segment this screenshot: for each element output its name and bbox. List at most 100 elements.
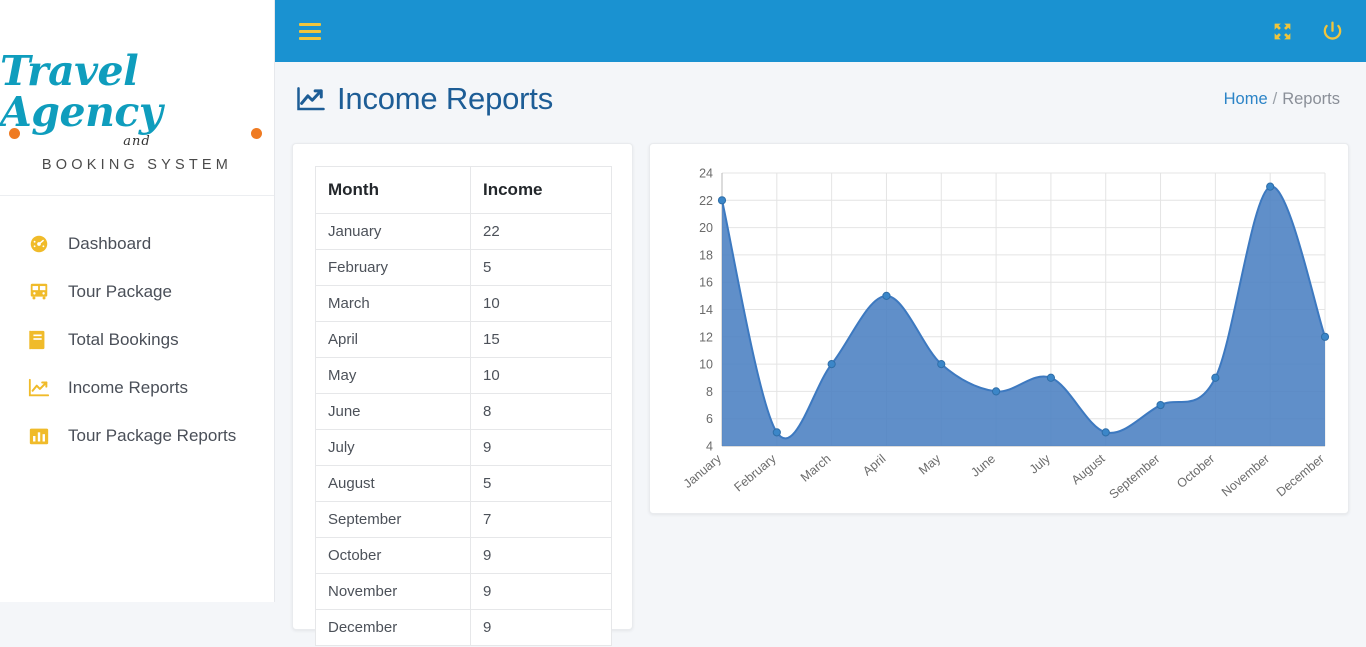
y-axis-tick: 4 xyxy=(706,440,713,454)
y-axis-tick: 14 xyxy=(699,303,713,317)
x-axis-tick: May xyxy=(916,451,944,477)
cell-income: 9 xyxy=(471,574,612,610)
table-row: October9 xyxy=(316,538,612,574)
x-axis-tick: February xyxy=(731,451,779,494)
x-axis-tick: December xyxy=(1274,452,1327,500)
cell-month: December xyxy=(316,610,471,646)
chart-data-point[interactable] xyxy=(828,361,835,368)
x-axis-tick: November xyxy=(1219,452,1272,500)
page-title: Income Reports xyxy=(337,81,553,117)
power-off-icon[interactable] xyxy=(1321,20,1344,43)
y-axis-tick: 22 xyxy=(699,194,713,208)
income-area-chart[interactable]: 4681012141618202224JanuaryFebruaryMarchA… xyxy=(650,144,1350,515)
chart-data-point[interactable] xyxy=(992,388,999,395)
cell-month: April xyxy=(316,322,471,358)
column-header-income: Income xyxy=(471,167,612,214)
income-table: Month Income January22February5March10Ap… xyxy=(315,166,612,646)
sidebar: Travel Agency and BOOKING SYSTEM xyxy=(0,0,275,602)
income-table-body: January22February5March10April15May10Jun… xyxy=(316,214,612,646)
table-row: January22 xyxy=(316,214,612,250)
cell-income: 5 xyxy=(471,466,612,502)
cell-income: 10 xyxy=(471,286,612,322)
topbar xyxy=(275,0,1366,62)
cell-month: February xyxy=(316,250,471,286)
chart-data-point[interactable] xyxy=(883,292,890,299)
line-chart-icon xyxy=(296,84,326,114)
sidebar-item-tour-package-reports[interactable]: Tour Package Reports xyxy=(0,412,274,460)
sidebar-item-label: Tour Package xyxy=(68,282,172,302)
table-row: December9 xyxy=(316,610,612,646)
cell-income: 5 xyxy=(471,250,612,286)
expand-arrows-icon[interactable] xyxy=(1272,21,1293,42)
x-axis-tick: October xyxy=(1174,452,1217,491)
x-axis-tick: September xyxy=(1107,452,1163,502)
hamburger-icon[interactable] xyxy=(299,23,321,40)
y-axis-tick: 10 xyxy=(699,358,713,372)
cell-income: 9 xyxy=(471,430,612,466)
cell-month: March xyxy=(316,286,471,322)
hamburger-bar xyxy=(299,37,321,40)
y-axis-tick: 6 xyxy=(706,412,713,426)
chart-data-point[interactable] xyxy=(1047,374,1054,381)
chart-data-point[interactable] xyxy=(938,361,945,368)
income-table-card: Month Income January22February5March10Ap… xyxy=(292,143,633,630)
y-axis-tick: 24 xyxy=(699,167,713,181)
breadcrumb: Home /Reports xyxy=(1224,90,1340,109)
x-axis-tick: June xyxy=(968,452,998,480)
bus-icon xyxy=(28,281,54,303)
breadcrumb-separator: / xyxy=(1273,90,1278,108)
cell-income: 10 xyxy=(471,358,612,394)
topbar-actions xyxy=(1272,20,1344,43)
table-row: June8 xyxy=(316,394,612,430)
x-axis-tick: January xyxy=(681,451,725,491)
table-row: September7 xyxy=(316,502,612,538)
cell-income: 9 xyxy=(471,610,612,646)
chart-data-point[interactable] xyxy=(718,197,725,204)
chart-data-point[interactable] xyxy=(1212,374,1219,381)
cell-income: 7 xyxy=(471,502,612,538)
y-axis-tick: 8 xyxy=(706,385,713,399)
breadcrumb-home[interactable]: Home xyxy=(1224,90,1268,108)
sidebar-item-dashboard[interactable]: Dashboard xyxy=(0,220,274,268)
cell-month: October xyxy=(316,538,471,574)
sidebar-item-total-bookings[interactable]: Total Bookings xyxy=(0,316,274,364)
column-header-month: Month xyxy=(316,167,471,214)
x-axis-tick: August xyxy=(1069,451,1108,487)
brand-logo[interactable]: Travel Agency and BOOKING SYSTEM xyxy=(0,0,274,196)
table-row: November9 xyxy=(316,574,612,610)
sidebar-item-label: Tour Package Reports xyxy=(68,426,236,446)
cell-month: November xyxy=(316,574,471,610)
brand-and-text: and xyxy=(123,134,150,149)
book-icon xyxy=(28,329,54,351)
chart-data-point[interactable] xyxy=(1267,183,1274,190)
brand-dot-right xyxy=(251,128,262,139)
page-header: Income Reports Home /Reports xyxy=(275,62,1366,136)
y-axis-tick: 20 xyxy=(699,221,713,235)
chart-data-point[interactable] xyxy=(1321,333,1328,340)
app-root: Travel Agency and BOOKING SYSTEM xyxy=(0,0,1366,647)
breadcrumb-current: Reports xyxy=(1282,90,1340,108)
table-row: May10 xyxy=(316,358,612,394)
table-row: February5 xyxy=(316,250,612,286)
x-axis-tick: July xyxy=(1027,451,1054,476)
sidebar-item-tour-package[interactable]: Tour Package xyxy=(0,268,274,316)
y-axis-tick: 12 xyxy=(699,330,713,344)
chart-data-point[interactable] xyxy=(1157,401,1164,408)
cell-month: August xyxy=(316,466,471,502)
page-title-wrap: Income Reports xyxy=(296,81,553,117)
sidebar-item-label: Total Bookings xyxy=(68,330,179,350)
chart-data-point[interactable] xyxy=(773,429,780,436)
hamburger-bar xyxy=(299,30,321,33)
cell-income: 22 xyxy=(471,214,612,250)
brand-dot-left xyxy=(9,128,20,139)
cell-month: May xyxy=(316,358,471,394)
sidebar-item-income-reports[interactable]: Income Reports xyxy=(0,364,274,412)
dashboard-gauge-icon xyxy=(28,233,54,255)
chart-data-point[interactable] xyxy=(1102,429,1109,436)
cell-income: 8 xyxy=(471,394,612,430)
income-chart-card: 4681012141618202224JanuaryFebruaryMarchA… xyxy=(649,143,1349,514)
cell-income: 15 xyxy=(471,322,612,358)
brand-subtitle: BOOKING SYSTEM xyxy=(42,157,232,173)
line-chart-icon xyxy=(28,377,54,399)
cell-month: July xyxy=(316,430,471,466)
